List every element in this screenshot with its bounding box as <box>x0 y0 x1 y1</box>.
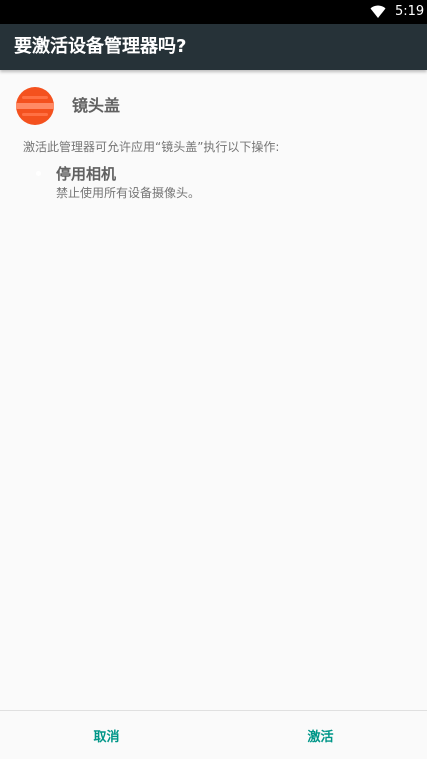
status-bar: 5:19 <box>0 0 427 24</box>
cancel-button[interactable]: 取消 <box>0 711 213 759</box>
dialog-description: 激活此管理器可允许应用“镜头盖”执行以下操作: <box>23 140 280 154</box>
dialog-title: 要激活设备管理器吗? <box>14 36 187 57</box>
wifi-icon <box>370 5 386 18</box>
status-time: 5:19 <box>395 4 425 19</box>
permission-title: 停用相机 <box>56 165 117 183</box>
app-name: 镜头盖 <box>72 96 121 115</box>
permission-description: 禁止使用所有设备摄像头。 <box>56 186 201 200</box>
permission-bullet <box>36 171 41 176</box>
dialog-title-bar: 要激活设备管理器吗? <box>0 24 427 70</box>
activate-button[interactable]: 激活 <box>214 711 427 759</box>
camera-lens-cover-icon <box>16 87 54 125</box>
